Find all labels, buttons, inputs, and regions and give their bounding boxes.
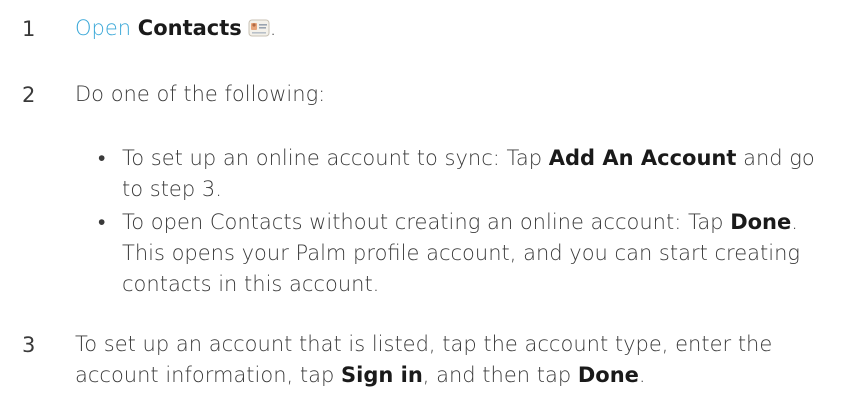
contacts-app-icon <box>248 16 270 37</box>
step-1-text: Open Contacts. <box>75 13 276 44</box>
bullet-dot: • <box>98 210 106 234</box>
bullet-1-text: To set up an online account to sync: Tap… <box>122 146 815 201</box>
done-label: Done <box>730 210 792 234</box>
step-3-text: To set up an account that is listed, tap… <box>75 332 773 387</box>
open-link[interactable]: Open <box>75 16 131 40</box>
done-label: Done <box>577 363 639 387</box>
step-2-text: Do one of the following: <box>75 82 326 106</box>
step-number-3: 3 <box>22 333 36 357</box>
sign-in-label: Sign in <box>341 363 423 387</box>
bullet-2-text: To open Contacts without creating an onl… <box>122 210 800 296</box>
step-number-1: 1 <box>22 17 36 41</box>
bullet-item-2: • To open Contacts without creating an o… <box>98 207 830 300</box>
contacts-app-name: Contacts <box>137 16 242 40</box>
add-an-account-label: Add An Account <box>548 146 737 170</box>
step-number-2: 2 <box>22 83 36 107</box>
bullet-item-1: • To set up an online account to sync: T… <box>98 143 830 205</box>
bullet-dot: • <box>98 146 106 170</box>
step-1-period: . <box>269 16 277 40</box>
